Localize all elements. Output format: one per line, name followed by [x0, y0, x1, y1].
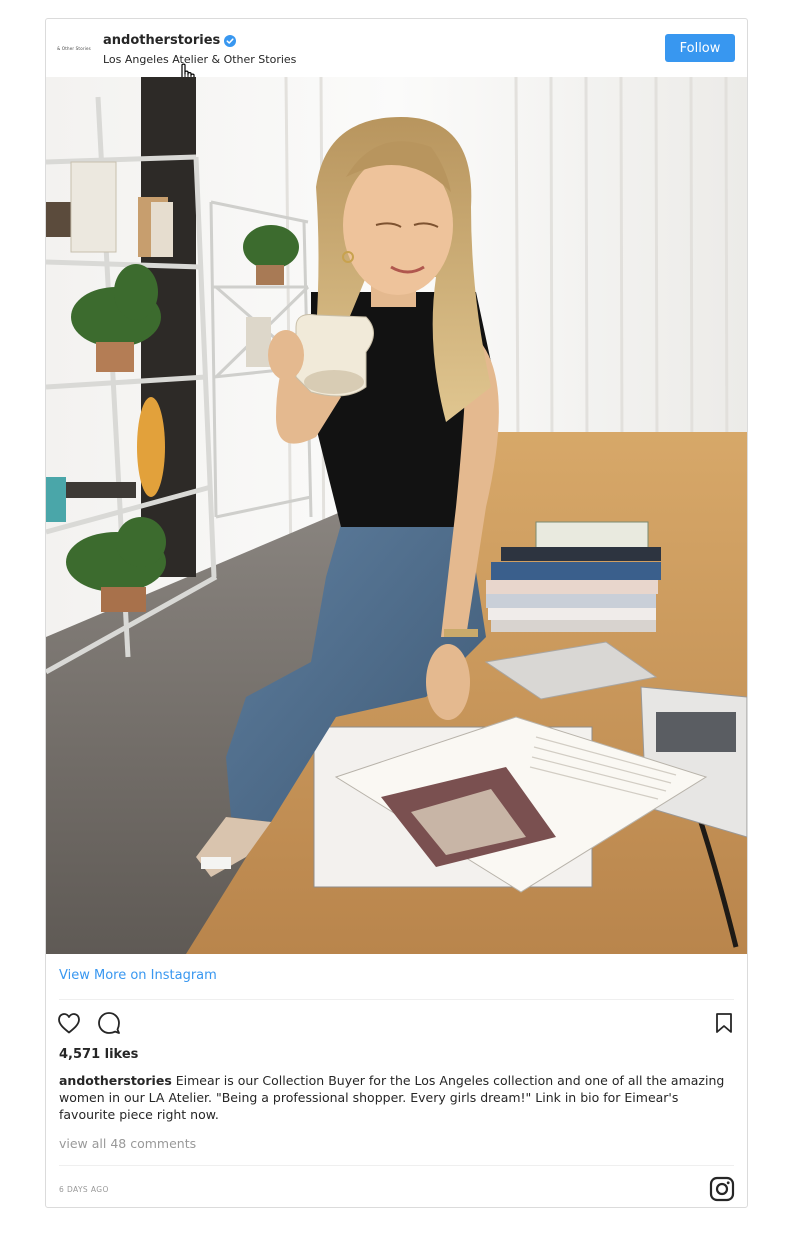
comment-icon [98, 1012, 120, 1034]
action-bar [55, 1009, 738, 1037]
verified-badge-icon [224, 34, 237, 47]
divider [59, 999, 734, 1000]
comment-button[interactable] [95, 1009, 123, 1037]
post-photo[interactable] [46, 77, 747, 954]
likes-count[interactable]: 4,571 likes [59, 1047, 138, 1062]
bookmark-icon [716, 1013, 732, 1033]
heart-icon [58, 1013, 80, 1034]
view-comments-link[interactable]: view all 48 comments [59, 1136, 196, 1151]
like-button[interactable] [55, 1009, 83, 1037]
avatar[interactable]: & Other Stories [56, 33, 92, 63]
instagram-embed-card: & Other Stories andotherstories Los Ange… [45, 18, 748, 1208]
post-caption: andotherstories Eimear is our Collection… [59, 1072, 729, 1123]
save-button[interactable] [710, 1009, 738, 1037]
post-timestamp[interactable]: 6 DAYS AGO [59, 1185, 109, 1194]
caption-username[interactable]: andotherstories [59, 1073, 172, 1088]
divider [59, 1165, 734, 1166]
username-link[interactable]: andotherstories [103, 33, 220, 48]
post-header: & Other Stories andotherstories Los Ange… [46, 19, 747, 92]
view-more-link[interactable]: View More on Instagram [59, 968, 217, 983]
instagram-logo-icon[interactable] [709, 1176, 735, 1202]
username-row: andotherstories [103, 33, 237, 48]
follow-button[interactable]: Follow [665, 34, 735, 62]
avatar-text: & Other Stories [57, 45, 91, 51]
